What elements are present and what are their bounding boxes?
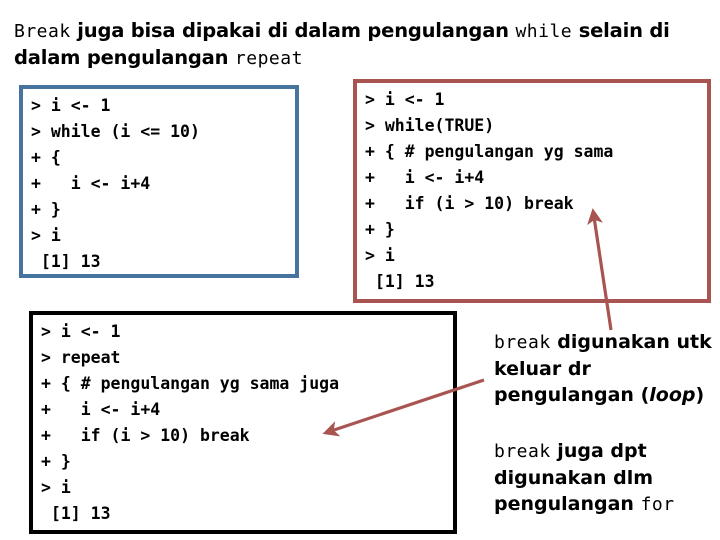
code-line: + { bbox=[31, 148, 61, 167]
text-segment: for bbox=[640, 494, 675, 515]
code-line: [1] 13 bbox=[41, 504, 111, 523]
code-line: > i <- 1 bbox=[41, 322, 121, 341]
code-line: > while(TRUE) bbox=[365, 116, 495, 135]
code-line: + } bbox=[365, 220, 395, 239]
code-line: > i <- 1 bbox=[31, 96, 111, 115]
code-line: + i <- i+4 bbox=[41, 400, 161, 419]
text-segment: repeat bbox=[234, 48, 303, 69]
code-line: > repeat bbox=[41, 348, 121, 367]
text-segment: break bbox=[494, 441, 551, 462]
text-segment: Break bbox=[14, 21, 71, 42]
code-line: + } bbox=[31, 200, 61, 219]
text-segment: while bbox=[515, 21, 573, 42]
code-line: [1] 13 bbox=[31, 252, 101, 271]
code-line: > while (i <= 10) bbox=[31, 122, 200, 141]
code-line: + } bbox=[41, 452, 71, 471]
text-segment: break bbox=[494, 332, 551, 353]
code-line: + if (i > 10) break bbox=[41, 426, 250, 445]
code-line: + { # pengulangan yg sama juga bbox=[41, 374, 340, 393]
code-line: [1] 13 bbox=[365, 272, 435, 291]
note-break-exits-loop: break digunakan utk keluar dr pengulanga… bbox=[494, 329, 720, 408]
code-line: > i bbox=[365, 246, 395, 265]
code-line: > i <- 1 bbox=[365, 90, 445, 109]
code-box-while-true: > i <- 1 > while(TRUE) + { # pengulangan y… bbox=[353, 79, 711, 303]
code-box-repeat: > i <- 1 > repeat + { # pengulangan yg sam… bbox=[29, 311, 457, 534]
slide-canvas: Break juga bisa dipakai di dalam pengula… bbox=[0, 0, 720, 540]
code-line: + if (i > 10) break bbox=[365, 194, 574, 213]
text-segment: ) bbox=[695, 384, 705, 406]
code-line: + i <- i+4 bbox=[365, 168, 485, 187]
note-break-in-for-loop: break juga dpt digunakan dlm pengulangan… bbox=[494, 438, 720, 518]
code-line: > i bbox=[31, 226, 61, 245]
code-box-while: > i <- 1 > while (i <= 10) + { + i <- i+4 + … bbox=[19, 85, 299, 278]
text-segment: loop bbox=[649, 384, 696, 406]
code-line: + i <- i+4 bbox=[31, 174, 151, 193]
page-title: Break juga bisa dipakai di dalam pengula… bbox=[14, 18, 706, 72]
code-line: > i bbox=[41, 478, 71, 497]
code-line: + { # pengulangan yg sama bbox=[365, 142, 614, 161]
text-segment: juga bisa dipakai di dalam pengulangan bbox=[70, 19, 516, 42]
